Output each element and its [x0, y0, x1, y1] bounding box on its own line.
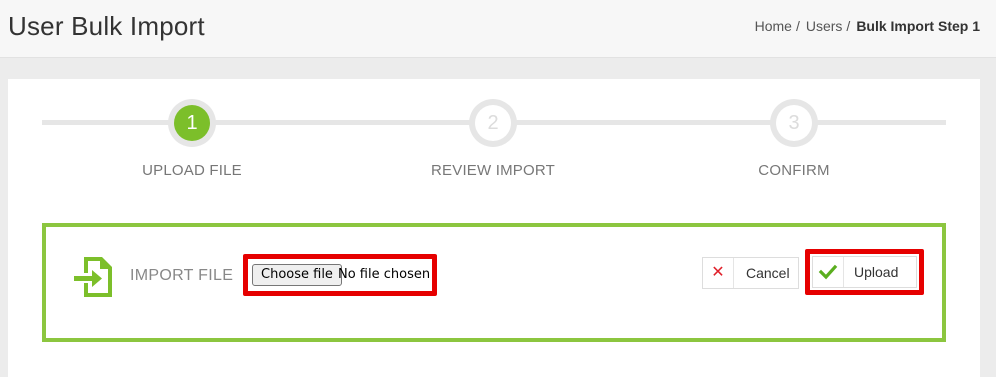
- page-header: User Bulk Import Home / Users / Bulk Import …: [0, 0, 996, 58]
- cancel-button-label: Cancel: [746, 265, 790, 281]
- upload-button[interactable]: Upload: [812, 256, 917, 288]
- breadcrumb-current: Bulk Import Step 1: [856, 18, 980, 34]
- file-status-text: No file chosen: [338, 267, 431, 282]
- import-file-box: IMPORT FILE Choose file No file chosen ✕…: [42, 223, 946, 342]
- import-file-label: IMPORT FILE: [130, 267, 234, 284]
- close-icon: ✕: [703, 258, 734, 288]
- breadcrumb-home-link[interactable]: Home: [755, 18, 792, 34]
- page-title: User Bulk Import: [8, 11, 205, 41]
- upload-button-label: Upload: [854, 264, 899, 280]
- choose-file-button[interactable]: Choose file: [252, 264, 342, 286]
- import-panel: 1 UPLOAD FILE 2 REVIEW IMPORT 3 CONFIRM …: [8, 79, 980, 377]
- step-circle: 1: [168, 99, 216, 147]
- step-label: CONFIRM: [758, 162, 830, 179]
- breadcrumb-separator: /: [795, 18, 800, 34]
- cancel-button[interactable]: ✕ Cancel: [702, 257, 799, 289]
- breadcrumb-separator: /: [846, 18, 851, 34]
- breadcrumb-users-link[interactable]: Users: [806, 18, 843, 34]
- step-number: 1: [174, 105, 210, 141]
- upload-button-highlight: Upload: [805, 249, 924, 295]
- step-upload-file: 1 UPLOAD FILE: [92, 99, 292, 179]
- step-number: 3: [776, 105, 812, 141]
- step-label: UPLOAD FILE: [142, 162, 242, 179]
- file-import-icon: [74, 257, 112, 297]
- step-circle: 3: [770, 99, 818, 147]
- file-input-highlight: Choose file No file chosen: [243, 254, 437, 296]
- step-review-import: 2 REVIEW IMPORT: [393, 99, 593, 179]
- breadcrumb: Home / Users / Bulk Import Step 1: [755, 18, 980, 34]
- check-icon: [813, 257, 844, 287]
- step-label: REVIEW IMPORT: [431, 162, 555, 179]
- step-number: 2: [475, 105, 511, 141]
- step-circle: 2: [469, 99, 517, 147]
- step-confirm: 3 CONFIRM: [694, 99, 894, 179]
